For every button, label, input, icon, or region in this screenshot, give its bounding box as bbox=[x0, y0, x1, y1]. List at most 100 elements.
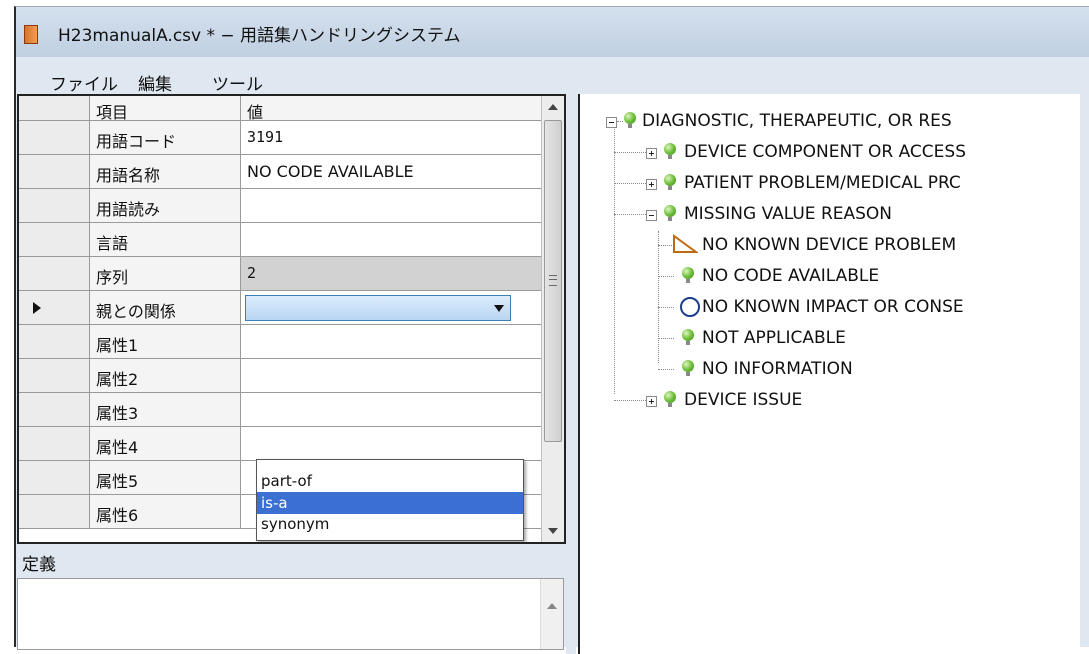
definition-scrollbar[interactable] bbox=[540, 579, 563, 649]
node-ball-icon bbox=[682, 360, 694, 376]
value-cell[interactable]: NO CODE AVAILABLE bbox=[241, 155, 541, 188]
scroll-down-button[interactable] bbox=[542, 520, 564, 542]
row-selector[interactable] bbox=[19, 189, 90, 222]
menu-edit[interactable]: 編集 bbox=[138, 70, 172, 95]
value-cell[interactable]: 2 bbox=[241, 257, 541, 290]
key-cell: 序列 bbox=[90, 257, 241, 290]
relation-combobox[interactable] bbox=[245, 295, 511, 321]
expand-icon[interactable] bbox=[646, 396, 657, 407]
key-cell: 属性3 bbox=[90, 393, 241, 426]
expand-icon[interactable] bbox=[646, 179, 657, 190]
tree-leaf[interactable]: NO INFORMATION bbox=[580, 356, 1080, 382]
expand-icon[interactable] bbox=[646, 148, 657, 159]
grid-scrollbar[interactable] bbox=[541, 96, 564, 542]
key-label: 属性3 bbox=[96, 404, 139, 423]
book-icon bbox=[24, 25, 38, 44]
header-key-cell[interactable]: 項目 bbox=[90, 96, 241, 122]
tree-node-label: NOT APPLICABLE bbox=[702, 328, 846, 348]
row-selector[interactable] bbox=[19, 359, 90, 392]
value-cell[interactable] bbox=[241, 427, 541, 460]
value-cell[interactable] bbox=[241, 359, 541, 392]
menu-tools[interactable]: ツール bbox=[212, 70, 263, 95]
tree-leaf[interactable]: NO KNOWN DEVICE PROBLEM bbox=[580, 232, 1080, 258]
tree-node[interactable]: PATIENT PROBLEM/MEDICAL PRC bbox=[580, 170, 1080, 196]
dropdown-option[interactable]: part-of bbox=[257, 470, 523, 492]
value-cell[interactable] bbox=[241, 291, 541, 324]
row-selector[interactable] bbox=[19, 495, 90, 528]
table-row[interactable]: 言語 bbox=[19, 223, 541, 257]
row-selector[interactable] bbox=[19, 325, 90, 358]
value-cell[interactable] bbox=[241, 223, 541, 256]
chevron-down-icon[interactable] bbox=[494, 305, 504, 312]
row-selector[interactable] bbox=[19, 257, 90, 290]
table-row[interactable]: 用語読み bbox=[19, 189, 541, 223]
key-cell: 言語 bbox=[90, 223, 241, 256]
tree-node-expanded[interactable]: MISSING VALUE REASON bbox=[580, 201, 1080, 227]
table-row[interactable]: 用語名称 NO CODE AVAILABLE bbox=[19, 155, 541, 189]
table-row[interactable]: 序列 2 bbox=[19, 257, 541, 291]
table-row[interactable]: 用語コード 3191 bbox=[19, 121, 541, 155]
value-cell[interactable]: 3191 bbox=[241, 121, 541, 154]
collapse-icon[interactable] bbox=[606, 117, 617, 128]
key-cell: 属性2 bbox=[90, 359, 241, 392]
node-ball-icon bbox=[664, 174, 676, 190]
key-cell: 用語コード bbox=[90, 121, 241, 154]
header-value-cell[interactable]: 値 bbox=[241, 96, 541, 122]
row-selector[interactable] bbox=[19, 291, 90, 324]
chevron-up-icon bbox=[548, 104, 558, 110]
tree-node[interactable]: DEVICE COMPONENT OR ACCESS bbox=[580, 139, 1080, 165]
tree-leaf[interactable]: NOT APPLICABLE bbox=[580, 325, 1080, 351]
tree-leaf[interactable]: NO KNOWN IMPACT OR CONSE bbox=[580, 294, 1080, 320]
value-cell[interactable] bbox=[241, 393, 541, 426]
dropdown-option-label: part-of bbox=[261, 472, 312, 490]
tree-node-label: NO INFORMATION bbox=[702, 359, 853, 379]
table-row[interactable]: 属性3 bbox=[19, 393, 541, 427]
tree-line bbox=[617, 121, 623, 123]
tree-node-label: MISSING VALUE REASON bbox=[684, 204, 893, 224]
row-selector[interactable] bbox=[19, 393, 90, 426]
row-selector[interactable] bbox=[19, 461, 90, 494]
value-text: 2 bbox=[247, 264, 257, 282]
property-grid: 項目 値 用語コード 3191 用語名称 NO CODE AVAILABLE 用… bbox=[17, 94, 566, 544]
value-text: 3191 bbox=[247, 128, 284, 146]
definition-textarea[interactable] bbox=[17, 578, 564, 650]
menu-bar: ファイル 編集 ツール bbox=[16, 62, 1089, 96]
row-selector[interactable] bbox=[19, 223, 90, 256]
key-cell: 属性5 bbox=[90, 461, 241, 494]
menu-file[interactable]: ファイル bbox=[50, 70, 118, 95]
node-ball-icon bbox=[624, 112, 636, 128]
triangle-icon bbox=[673, 234, 698, 253]
tree-node-label: NO KNOWN IMPACT OR CONSE bbox=[702, 297, 964, 317]
tree-node[interactable]: DEVICE ISSUE bbox=[580, 387, 1080, 413]
dropdown-option-label: synonym bbox=[261, 515, 330, 533]
collapse-icon[interactable] bbox=[646, 210, 657, 221]
row-selector[interactable] bbox=[19, 121, 90, 154]
tree-node-root[interactable]: DIAGNOSTIC, THERAPEUTIC, OR RES bbox=[580, 108, 1080, 134]
scroll-up-button[interactable] bbox=[542, 96, 564, 118]
dropdown-option-selected[interactable]: is-a bbox=[257, 492, 523, 514]
row-selector[interactable] bbox=[19, 427, 90, 460]
tree-line bbox=[614, 183, 646, 185]
key-label: 親との関係 bbox=[96, 302, 176, 321]
table-row[interactable]: 属性1 bbox=[19, 325, 541, 359]
key-cell: 親との関係 bbox=[90, 291, 241, 324]
title-bar[interactable]: H23manualA.csv * − 用語集ハンドリングシステム bbox=[16, 7, 1089, 57]
tree-line bbox=[658, 276, 674, 278]
value-cell[interactable] bbox=[241, 325, 541, 358]
table-row-current[interactable]: 親との関係 bbox=[19, 291, 541, 325]
key-label: 用語読み bbox=[96, 200, 161, 219]
key-label: 言語 bbox=[96, 234, 129, 253]
key-cell: 属性1 bbox=[90, 325, 241, 358]
tree-node-label: DEVICE COMPONENT OR ACCESS bbox=[684, 142, 966, 162]
table-row[interactable]: 属性2 bbox=[19, 359, 541, 393]
table-row[interactable]: 属性4 bbox=[19, 427, 541, 461]
value-cell[interactable] bbox=[241, 189, 541, 222]
tree-leaf-selected[interactable]: NO CODE AVAILABLE bbox=[580, 263, 1080, 289]
circle-icon bbox=[680, 297, 700, 317]
scroll-thumb[interactable] bbox=[544, 120, 562, 442]
tree-line bbox=[614, 126, 616, 394]
panel-splitter[interactable] bbox=[566, 94, 576, 654]
chevron-up-icon[interactable] bbox=[547, 603, 557, 609]
row-selector[interactable] bbox=[19, 155, 90, 188]
dropdown-option[interactable]: synonym bbox=[257, 513, 523, 535]
